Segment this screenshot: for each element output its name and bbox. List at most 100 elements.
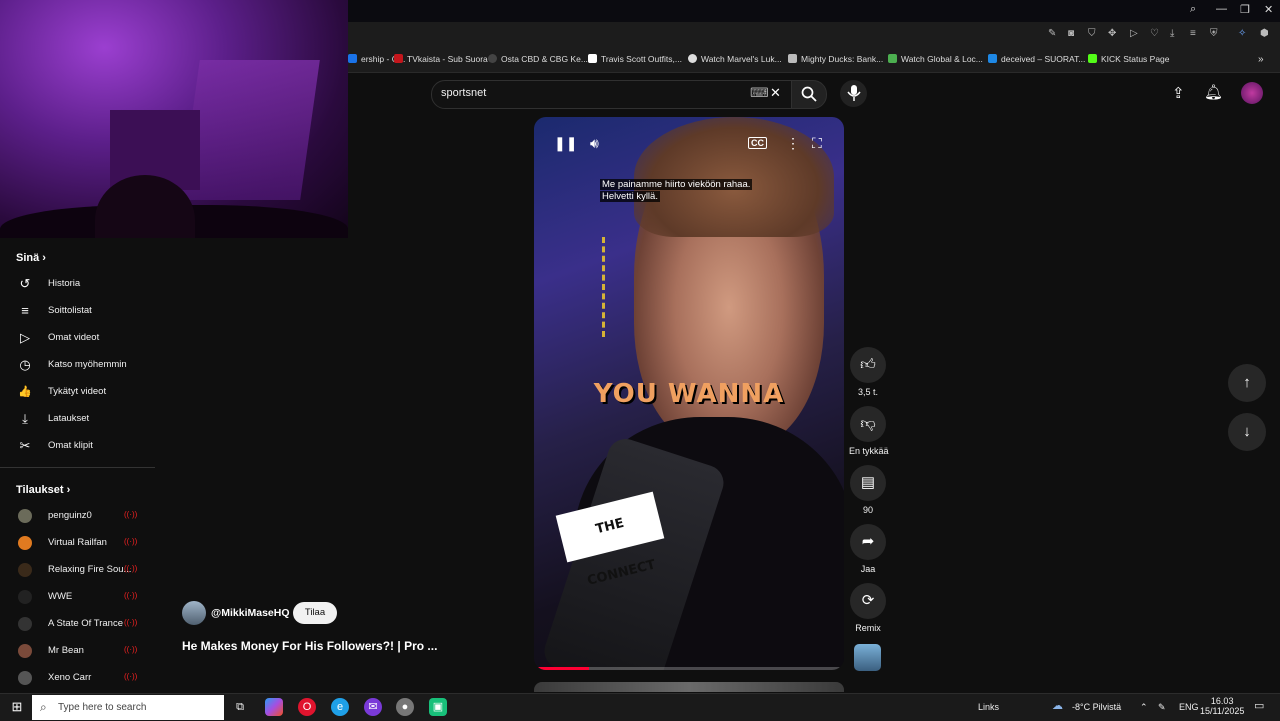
play-icon[interactable]: ▷ [1130,28,1138,39]
thumbs-up-icon: 👍︎ [850,347,886,383]
bookmark-item[interactable]: Mighty Ducks: Bank... [788,54,883,64]
live-icon: ((·)) [124,537,138,546]
chevron-up-icon[interactable]: ⌃ [1140,702,1148,713]
previous-short-button[interactable]: ↑ [1228,364,1266,402]
share-button[interactable]: ➦ Jaa [849,524,887,574]
messenger-icon[interactable]: ✉ [364,698,382,716]
bookmark-item[interactable]: Travis Scott Outfits,... [588,54,682,64]
sidebar-item-your-videos[interactable]: ▷ Omat videot [0,325,155,352]
like-button[interactable]: 👍︎ 3,5 t. [849,347,887,397]
channel-avatar [18,644,32,658]
you-section-header[interactable]: Sinä › [16,252,46,264]
remix-button[interactable]: ⟳ Remix [849,583,887,633]
restore-icon[interactable]: ❐ [1240,3,1250,16]
history-icon: ↺ [19,276,31,291]
opera-icon[interactable]: O [298,698,316,716]
channel-name[interactable]: @MikkiMaseHQ [211,607,290,619]
camera-icon[interactable]: ◙ [1068,28,1074,39]
liked-videos-icon: 👍 [18,386,32,398]
short-video-player[interactable]: THE CONNECT Me painamme hiirto vieköön r… [534,117,844,670]
minimize-icon[interactable]: — [1216,3,1227,15]
bookmark-item[interactable]: deceived – SUORAT... [988,54,1085,64]
bookmark-item[interactable]: Watch Global & Loc... [888,54,983,64]
sidebar-item-liked-videos[interactable]: 👍 Tykätyt videot [0,379,155,406]
channel-avatar [18,563,32,577]
fullscreen-icon[interactable]: ⛶ [812,135,822,152]
profile-icon[interactable]: ⬢ [1260,28,1269,39]
subscription-item[interactable]: Xeno Carr ((·)) [0,665,155,692]
browser-titlebar: ⌕ — ❐ ✕ [348,0,1280,22]
subscription-item[interactable]: Relaxing Fire Sou... ((·)) [0,557,155,584]
extension-icon[interactable]: ✥ [1108,28,1116,39]
edit-icon[interactable]: ✎ [1048,28,1056,39]
windows-start-icon[interactable]: ⊞ [8,698,26,716]
close-icon[interactable]: ✕ [1264,3,1273,16]
next-short-button[interactable]: ↓ [1228,413,1266,451]
chevron-right-double-icon[interactable]: » [1258,54,1264,65]
app-icon[interactable]: ● [396,698,414,716]
sidebar-item-clips[interactable]: ✂ Omat klipit [0,433,155,460]
bookmark-item[interactable]: Watch Marvel's Luk... [688,54,782,64]
sidebar-item-watch-later[interactable]: ◷ Katso myöhemmin [0,352,155,379]
playlist-icon: ≡ [21,303,29,318]
sidebar-divider [0,467,155,468]
taskbar: ⊞ ⌕ Type here to search ⧉ O e ✉ ● ▣ Link… [0,693,1280,721]
sound-thumbnail[interactable] [854,644,881,671]
notification-center-icon[interactable]: ▭ [1254,699,1264,712]
live-icon: ((·)) [124,510,138,519]
sidebar-item-playlists[interactable]: ≡ Soittolistat [0,298,155,325]
subscribe-button[interactable]: Tilaa [293,602,337,624]
search-icon [801,86,817,102]
next-short-preview[interactable] [534,682,844,692]
sidebar-item-history[interactable]: ↺ Historia [0,271,155,298]
subscription-item[interactable]: Mr Bean ((·)) [0,638,155,665]
pause-icon[interactable]: ❚❚ [554,135,577,152]
dislike-button[interactable]: 👎︎ En tykkää [849,406,889,456]
avatar[interactable] [1241,82,1263,104]
comments-button[interactable]: ▤ 90 [849,465,887,515]
bookmark-item[interactable]: Osta CBD & CBG Ke... [488,54,588,64]
shield-icon[interactable]: ⛉ [1088,28,1096,39]
bookmark-item[interactable]: KICK Status Page [1088,54,1170,64]
search-box[interactable]: sportsnet ⌨ ✕ [431,80,793,109]
heart-icon[interactable]: ♡ [1150,28,1159,39]
weather-widget[interactable]: -8°C Pilvistä [1072,702,1121,712]
voice-search-button[interactable] [840,80,867,107]
pen-icon[interactable]: ✎ [1158,702,1166,713]
edge-icon[interactable]: e [331,698,349,716]
channel-avatar [18,617,32,631]
clear-search-icon[interactable]: ✕ [770,85,781,101]
captions-icon[interactable]: CC [748,137,767,149]
upload-icon[interactable]: ⇪ [1172,84,1185,102]
copilot-icon[interactable] [265,698,283,716]
video-title[interactable]: He Makes Money For His Followers?! | Pro… [182,639,437,653]
download-icon[interactable]: ⤓ [1170,28,1174,39]
bookmark-item[interactable]: TVkaista - Sub Suora [394,54,488,64]
keyboard-icon[interactable]: ⌨ [750,85,769,101]
more-options-icon[interactable]: ⋮ [786,135,800,152]
subscriptions-section-header[interactable]: Tilaukset › [16,484,70,496]
channel-avatar[interactable] [182,601,206,625]
channel-avatar [18,536,32,550]
comment-icon: ▤ [850,465,886,501]
subscription-item[interactable]: WWE ((·)) [0,584,155,611]
spotify-like-icon[interactable]: ▣ [429,698,447,716]
search-input[interactable]: sportsnet [441,87,486,99]
language-indicator[interactable]: ENG [1179,702,1199,712]
ai-icon[interactable]: ✧ [1238,28,1246,39]
subscription-item[interactable]: A State Of Trance ((·)) [0,611,155,638]
search-icon[interactable]: ⌕ [1190,3,1196,16]
volume-icon[interactable]: 🔊︎ [590,135,599,152]
links-toolbar[interactable]: Links [978,702,999,712]
notifications-icon[interactable]: 🔔︎ [1204,83,1223,101]
subscription-item[interactable]: penguinz0 ((·)) [0,503,155,530]
menu-icon[interactable]: ≡ [1190,28,1196,39]
task-view-icon[interactable]: ⧉ [231,698,249,716]
subscription-item[interactable]: Virtual Railfan ((·)) [0,530,155,557]
taskbar-search[interactable]: ⌕ Type here to search [32,695,224,720]
clock[interactable]: 16.03 15/11/2025 [1200,696,1244,716]
lock-icon[interactable]: ⛨ [1210,28,1218,39]
search-button[interactable] [791,80,827,109]
sidebar-item-downloads[interactable]: ⤓ Lataukset [0,406,155,433]
video-progress-bar[interactable] [538,667,840,670]
